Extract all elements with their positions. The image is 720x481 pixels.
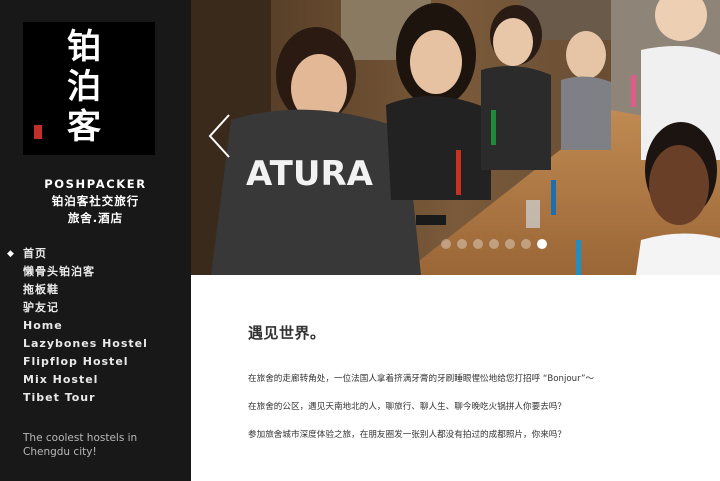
nav-item-flipflop-cn[interactable]: 拖板鞋 — [0, 281, 191, 299]
slider-dot-1[interactable] — [441, 239, 451, 249]
active-diamond-icon: ◆ — [7, 249, 15, 259]
paragraph-city-tour: 参加旅舍城市深度体验之旅，在朋友圈发一张别人都没有拍过的成都照片，你来吗？ — [248, 430, 566, 440]
nav-item-label: Mix Hostel — [23, 373, 99, 386]
brand-name-cn: 铂泊客社交旅行 — [51, 194, 140, 208]
seal-stamp-icon — [34, 125, 42, 139]
nav-item-tibet-tour[interactable]: Tibet Tour — [0, 389, 191, 407]
shirt-text: ATURA — [246, 154, 374, 194]
nav-item-label: Lazybones Hostel — [23, 337, 148, 350]
slider-dot-4[interactable] — [489, 239, 499, 249]
tagline: The coolest hostels in Chengdu city! — [23, 432, 138, 458]
section-heading: 遇见世界。 — [248, 324, 326, 342]
slider-dot-3[interactable] — [473, 239, 483, 249]
nav-item-lazybones[interactable]: Lazybones Hostel — [0, 335, 191, 353]
logo[interactable]: 铂 泊 客 — [23, 22, 155, 155]
nav-item-label: 拖板鞋 — [23, 283, 59, 296]
nav-item-label: Tibet Tour — [23, 391, 96, 404]
nav-item-label: 懒骨头铂泊客 — [23, 265, 95, 278]
brand-name-en: POSHPACKER — [44, 177, 147, 191]
slider-prev-arrow-icon[interactable] — [207, 113, 233, 159]
nav-item-travel-notes-cn[interactable]: 驴友记 — [0, 299, 191, 317]
main-content: 遇见世界。 在旅舍的走廊转角处，一位法国人拿着挤满牙膏的牙刷睡眼惺忪地给您打招呼… — [248, 322, 688, 440]
nav-item-label: 首页 — [23, 247, 47, 260]
slider-dots — [441, 239, 547, 249]
paragraph-common-area: 在旅舍的公区，遇见天南地北的人，聊旅行、聊人生、聊今晚吃火锅拼人你要去吗？ — [248, 402, 566, 412]
slider-dot-6[interactable] — [521, 239, 531, 249]
logo-glyph-2: 泊 — [67, 67, 101, 107]
nav-item-mix[interactable]: Mix Hostel — [0, 371, 191, 389]
main-nav: ◆ 首页 懒骨头铂泊客 拖板鞋 驴友记 Home Lazybones Hostel… — [0, 245, 191, 407]
nav-item-flipflop[interactable]: Flipflop Hostel — [0, 353, 191, 371]
sidebar: 铂 泊 客 POSHPACKER 铂泊客社交旅行 旅舍.酒店 ◆ 首页 懒骨头铂泊… — [0, 0, 191, 481]
logo-glyph-3: 客 — [67, 107, 101, 147]
hero-photo: ATURA — [191, 0, 720, 275]
logo-glyph-1: 铂 — [67, 27, 101, 67]
nav-item-lazybones-cn[interactable]: 懒骨头铂泊客 — [0, 263, 191, 281]
slider-dot-2[interactable] — [457, 239, 467, 249]
nav-item-label: 驴友记 — [23, 301, 59, 314]
brand-subtitle-cn: 旅舍.酒店 — [67, 211, 124, 225]
nav-item-label: Flipflop Hostel — [23, 355, 129, 368]
paragraph-hallway: 在旅舍的走廊转角处，一位法国人拿着挤满牙膏的牙刷睡眼惺忪地给您打招呼 “Bonj… — [248, 374, 595, 384]
nav-item-home-cn[interactable]: ◆ 首页 — [0, 245, 191, 263]
nav-item-label: Home — [23, 319, 63, 332]
slider-dot-7[interactable] — [537, 239, 547, 249]
nav-item-home[interactable]: Home — [0, 317, 191, 335]
hero-slider[interactable]: ATURA — [191, 0, 720, 275]
slider-dot-5[interactable] — [505, 239, 515, 249]
